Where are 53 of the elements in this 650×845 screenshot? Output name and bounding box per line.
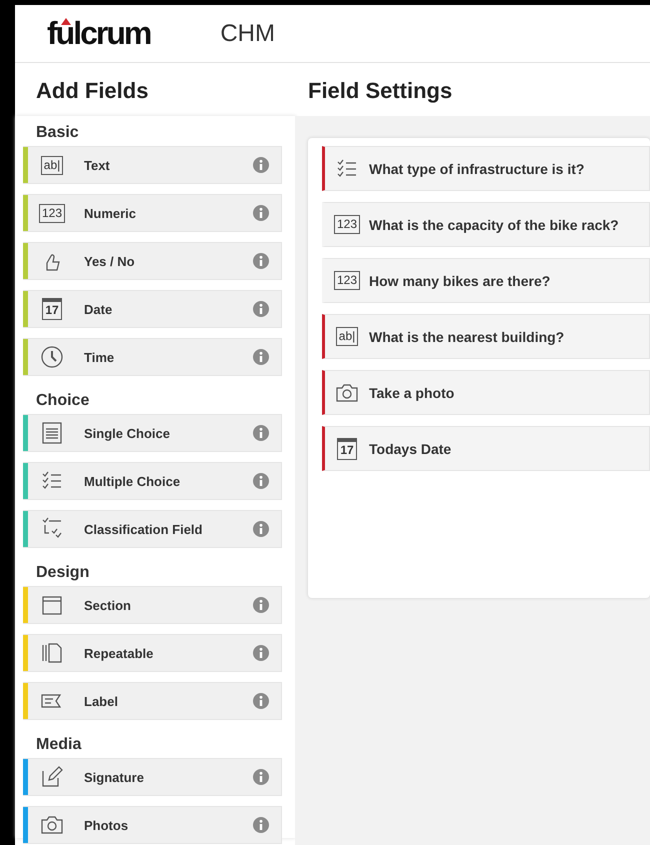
field-type-label: Single Choice bbox=[84, 426, 171, 440]
field-type-item[interactable]: Yes / No bbox=[23, 242, 282, 280]
field-type-item[interactable]: Section bbox=[23, 586, 282, 624]
field-label: What is the capacity of the bike rack? bbox=[369, 216, 619, 232]
calendar-icon: 17 bbox=[42, 298, 62, 320]
field-type-item[interactable]: Time bbox=[23, 338, 282, 376]
field-type-item[interactable]: 17 Date bbox=[23, 290, 282, 328]
panel-title: Add Fields bbox=[35, 77, 150, 105]
field-type-label: Label bbox=[84, 694, 119, 708]
group-heading: Choice bbox=[35, 391, 90, 411]
form-field-item[interactable]: What type of infrastructure is it? bbox=[322, 146, 650, 191]
number-icon: 123 bbox=[334, 271, 360, 290]
field-type-label: Repeatable bbox=[84, 646, 154, 660]
field-label: What is the nearest building? bbox=[369, 328, 564, 344]
field-type-label: Time bbox=[84, 350, 116, 364]
field-type-label: Photos bbox=[84, 818, 130, 832]
panel-title: Field Settings bbox=[307, 77, 454, 105]
calendar-icon: 17 bbox=[337, 438, 357, 460]
field-type-item[interactable]: Photos bbox=[23, 806, 282, 844]
field-type-item[interactable]: Multiple Choice bbox=[23, 462, 282, 500]
field-type-label: Numeric bbox=[84, 206, 138, 220]
field-type-item[interactable]: ab| Text bbox=[23, 146, 282, 184]
text-field-icon: ab| bbox=[40, 156, 64, 174]
field-type-item[interactable]: 123 Numeric bbox=[23, 194, 282, 232]
logo: fulcrum bbox=[47, 15, 150, 52]
field-type-label: Classification Field bbox=[84, 522, 204, 536]
field-type-item[interactable]: Signature bbox=[23, 758, 282, 796]
field-label: Take a photo bbox=[369, 384, 454, 400]
field-type-label: Date bbox=[84, 302, 114, 316]
field-type-item[interactable]: Single Choice bbox=[23, 414, 282, 452]
field-type-label: Multiple Choice bbox=[84, 474, 182, 488]
app-name: CHM bbox=[220, 20, 275, 48]
form-field-item[interactable]: ab| What is the nearest building? bbox=[322, 314, 650, 359]
field-label: What type of infrastructure is it? bbox=[369, 160, 584, 176]
field-type-label: Section bbox=[84, 598, 132, 612]
field-type-item[interactable]: Classification Field bbox=[23, 510, 282, 548]
field-type-label: Text bbox=[84, 158, 111, 172]
field-type-label: Yes / No bbox=[84, 254, 136, 268]
field-label: Todays Date bbox=[369, 440, 452, 456]
number-icon: 123 bbox=[334, 215, 360, 234]
number-icon: 123 bbox=[38, 204, 66, 222]
field-type-item[interactable]: Label bbox=[23, 682, 282, 720]
field-type-label: Signature bbox=[84, 770, 145, 784]
group-heading: Design bbox=[35, 563, 90, 583]
group-heading: Media bbox=[35, 735, 82, 755]
form-field-item[interactable]: Take a photo bbox=[322, 370, 650, 415]
text-field-icon: ab| bbox=[336, 327, 358, 346]
group-heading: Basic bbox=[35, 123, 80, 143]
field-label: How many bikes are there? bbox=[369, 272, 550, 288]
form-field-item[interactable]: 17 Todays Date bbox=[322, 426, 650, 471]
form-field-item[interactable]: 123 What is the capacity of the bike rack? bbox=[322, 202, 650, 247]
form-field-item[interactable]: 123 How many bikes are there? bbox=[322, 258, 650, 303]
field-type-item[interactable]: Repeatable bbox=[23, 634, 282, 672]
